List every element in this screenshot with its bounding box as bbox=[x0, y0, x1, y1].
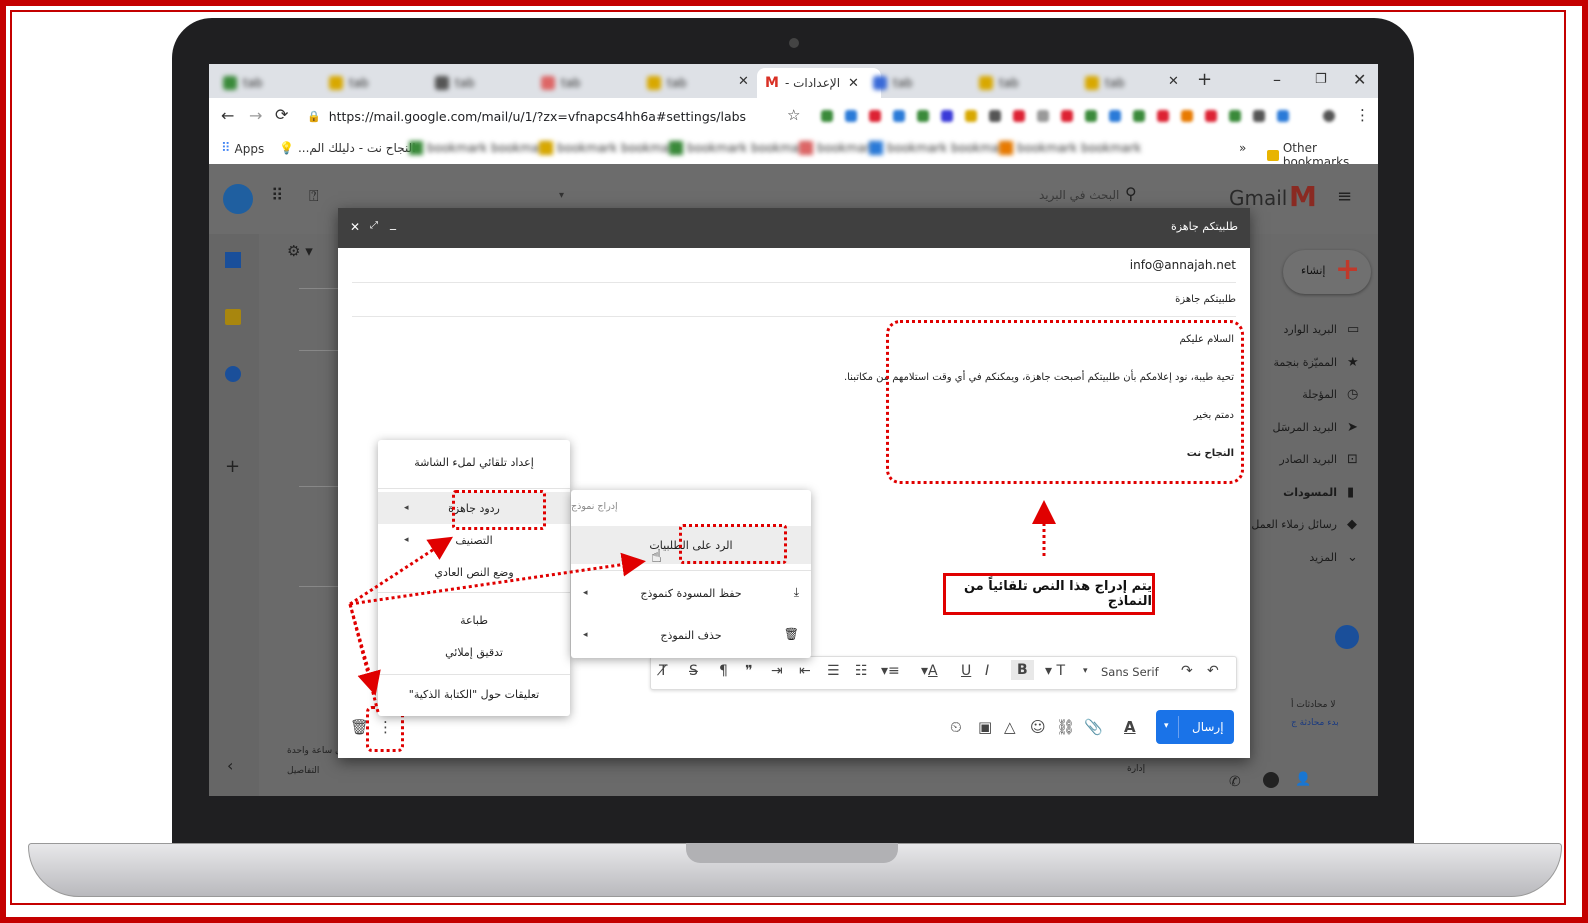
annotation-arrows bbox=[348, 500, 1056, 713]
arrow-to-canned-responses bbox=[349, 536, 454, 606]
arrow-to-template-item bbox=[349, 552, 646, 606]
arrow-to-more-options bbox=[348, 603, 381, 696]
